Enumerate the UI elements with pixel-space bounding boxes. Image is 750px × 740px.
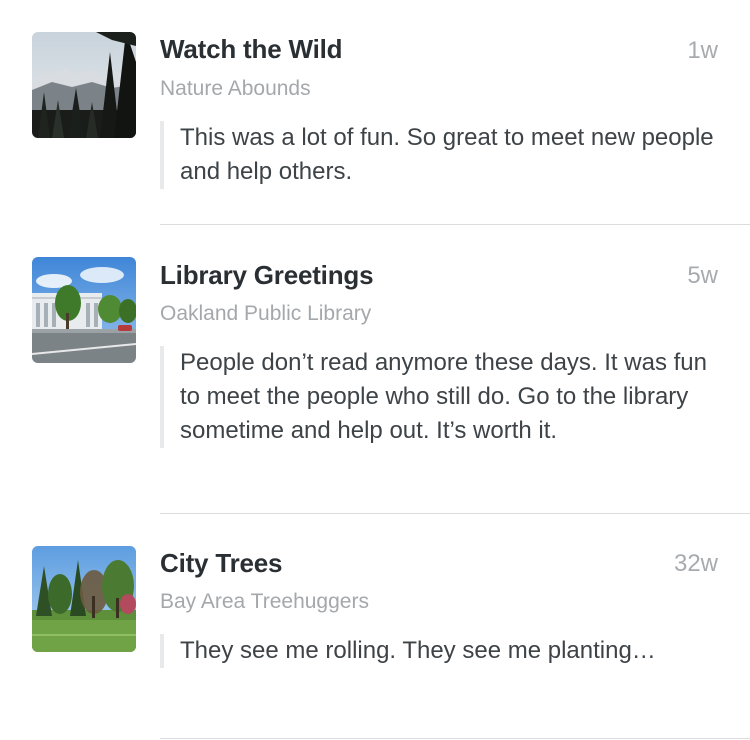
- comment-quote: People don’t read anymore these days. It…: [160, 346, 720, 448]
- organization-name[interactable]: Bay Area Treehuggers: [160, 590, 369, 614]
- activity-feed: Watch the Wild Nature Abounds 1w This wa…: [0, 0, 750, 740]
- item-title[interactable]: Library Greetings: [160, 260, 374, 291]
- timestamp: 32w: [673, 550, 718, 577]
- list-item[interactable]: Watch the Wild Nature Abounds 1w This wa…: [0, 0, 750, 226]
- organization-name[interactable]: Oakland Public Library: [160, 302, 371, 326]
- list-item[interactable]: City Trees Bay Area Treehuggers 32w They…: [0, 514, 750, 740]
- mountain-forest-image: [32, 32, 136, 138]
- library-building-thumbnail[interactable]: [32, 257, 136, 363]
- list-item[interactable]: Library Greetings Oakland Public Library…: [0, 226, 750, 516]
- divider: [160, 224, 750, 225]
- comment-quote: They see me rolling. They see me plantin…: [160, 634, 720, 668]
- organization-name[interactable]: Nature Abounds: [160, 77, 311, 101]
- mountain-forest-thumbnail[interactable]: [32, 32, 136, 138]
- library-building-image: [32, 257, 136, 363]
- comment-quote: This was a lot of fun. So great to meet …: [160, 121, 720, 189]
- park-trees-thumbnail[interactable]: [32, 546, 136, 652]
- park-trees-image: [32, 546, 136, 652]
- timestamp: 1w: [687, 37, 718, 64]
- divider: [160, 738, 750, 739]
- item-title[interactable]: Watch the Wild: [160, 34, 343, 65]
- item-title[interactable]: City Trees: [160, 548, 282, 579]
- timestamp: 5w: [687, 262, 718, 289]
